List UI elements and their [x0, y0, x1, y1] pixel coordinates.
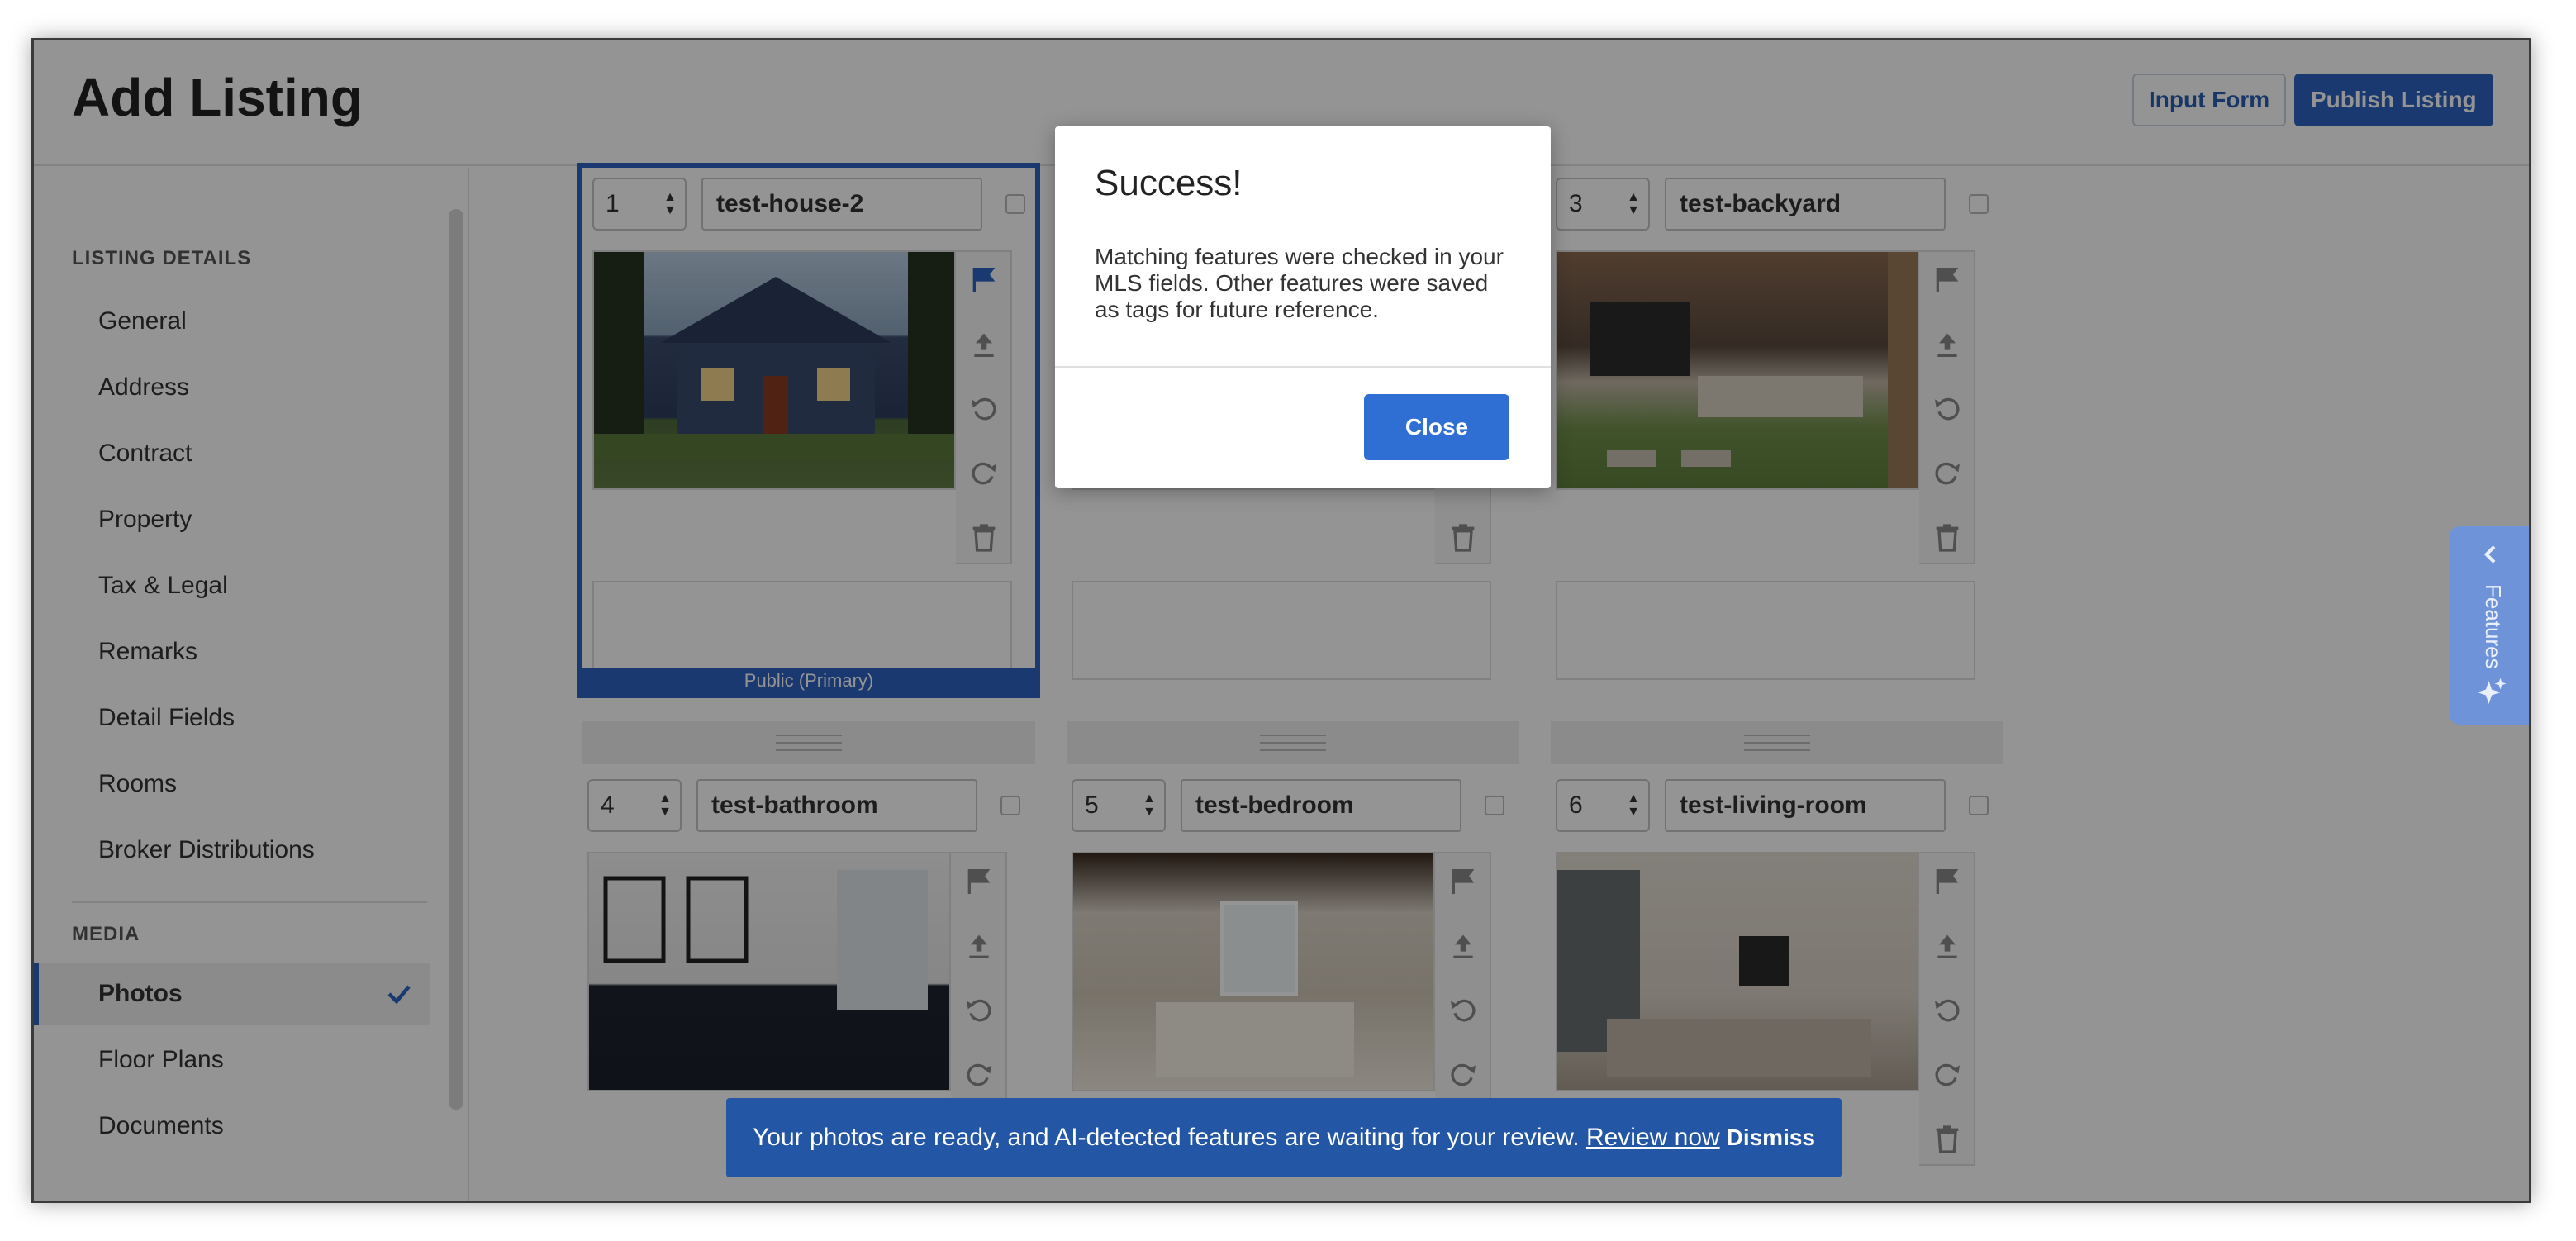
dismiss-button[interactable]: Dismiss [1727, 1098, 1815, 1177]
modal-title: Success! [1095, 163, 1243, 203]
sparkle-icon [2477, 678, 2507, 704]
modal-divider [1055, 366, 1551, 368]
review-now-link[interactable]: Review now [1586, 1124, 1720, 1151]
chevron-left-icon [2483, 545, 2496, 563]
success-modal: Success! Matching features were checked … [1055, 126, 1551, 488]
app-window: Add Listing Input Form Publish Listing L… [31, 38, 2531, 1203]
notification-toast: Your photos are ready, and AI-detected f… [726, 1098, 1842, 1177]
modal-body: Matching features were checked in your M… [1095, 244, 1504, 322]
close-button[interactable]: Close [1364, 394, 1509, 460]
features-tab-label: Features [2481, 584, 2506, 669]
features-panel-tab[interactable]: Features [2450, 526, 2529, 725]
toast-message: Your photos are ready, and AI-detected f… [753, 1124, 1580, 1151]
